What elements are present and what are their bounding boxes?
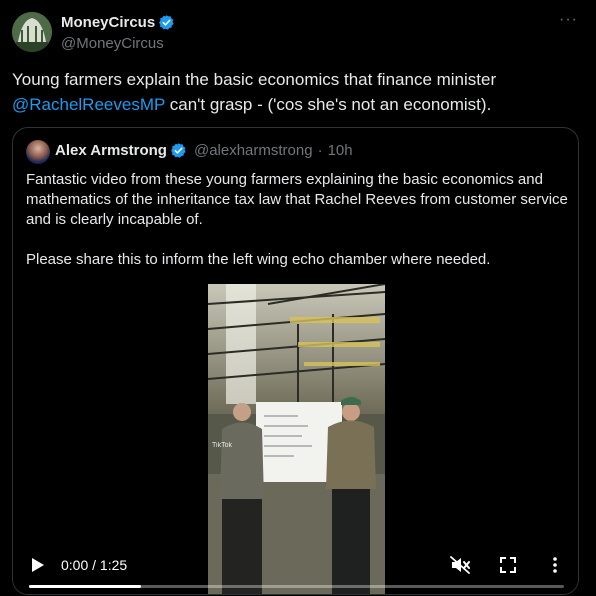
ellipsis-icon[interactable]: ···: [559, 10, 578, 30]
separator-dot: ·: [317, 142, 323, 159]
play-icon[interactable]: [31, 557, 45, 573]
mention-link[interactable]: @RachelReevesMP: [12, 95, 165, 114]
author-name-row: MoneyCircus: [61, 14, 175, 31]
progress-bar[interactable]: [29, 585, 564, 588]
quoted-header: Alex Armstrong @alexharmstrong · 10h: [55, 142, 353, 159]
mute-icon[interactable]: [450, 556, 470, 574]
quoted-display-name[interactable]: Alex Armstrong: [55, 142, 167, 159]
video-controls: 0:00 / 1:25: [13, 536, 578, 594]
author-avatar[interactable]: [12, 12, 52, 52]
quoted-paragraph-2: Please share this to inform the left win…: [26, 251, 491, 268]
quoted-timestamp[interactable]: 10h: [328, 142, 353, 159]
tweet-text: Young farmers explain the basic economic…: [12, 67, 582, 117]
quoted-handle[interactable]: @alexharmstrong: [194, 142, 313, 159]
video-time: 0:00 / 1:25: [61, 557, 128, 573]
progress-bar-fill: [29, 585, 142, 588]
quoted-paragraph-1: Fantastic video from these young farmers…: [26, 171, 568, 228]
quoted-text: Fantastic video from these young farmers…: [26, 170, 571, 270]
more-vertical-icon[interactable]: [549, 556, 561, 574]
quoted-author-avatar[interactable]: [26, 140, 50, 164]
author-handle[interactable]: @MoneyCircus: [61, 35, 164, 52]
video-player[interactable]: TikTok 0:00 / 1:25: [13, 284, 578, 594]
verified-badge-icon: [159, 15, 174, 30]
tweet-text-part-1: Young farmers explain the basic economic…: [12, 70, 497, 89]
verified-badge-icon: [171, 143, 186, 158]
fullscreen-icon[interactable]: [499, 556, 517, 574]
tweet: MoneyCircus @MoneyCircus ··· Young farme…: [0, 0, 596, 596]
tiktok-watermark: TikTok: [212, 442, 232, 450]
quoted-tweet[interactable]: Alex Armstrong @alexharmstrong · 10h Fan…: [12, 127, 579, 595]
author-display-name[interactable]: MoneyCircus: [61, 14, 155, 31]
tweet-text-part-2: can't grasp - ('cos she's not an economi…: [165, 95, 492, 114]
tiktok-brand: TikTok: [212, 442, 232, 449]
